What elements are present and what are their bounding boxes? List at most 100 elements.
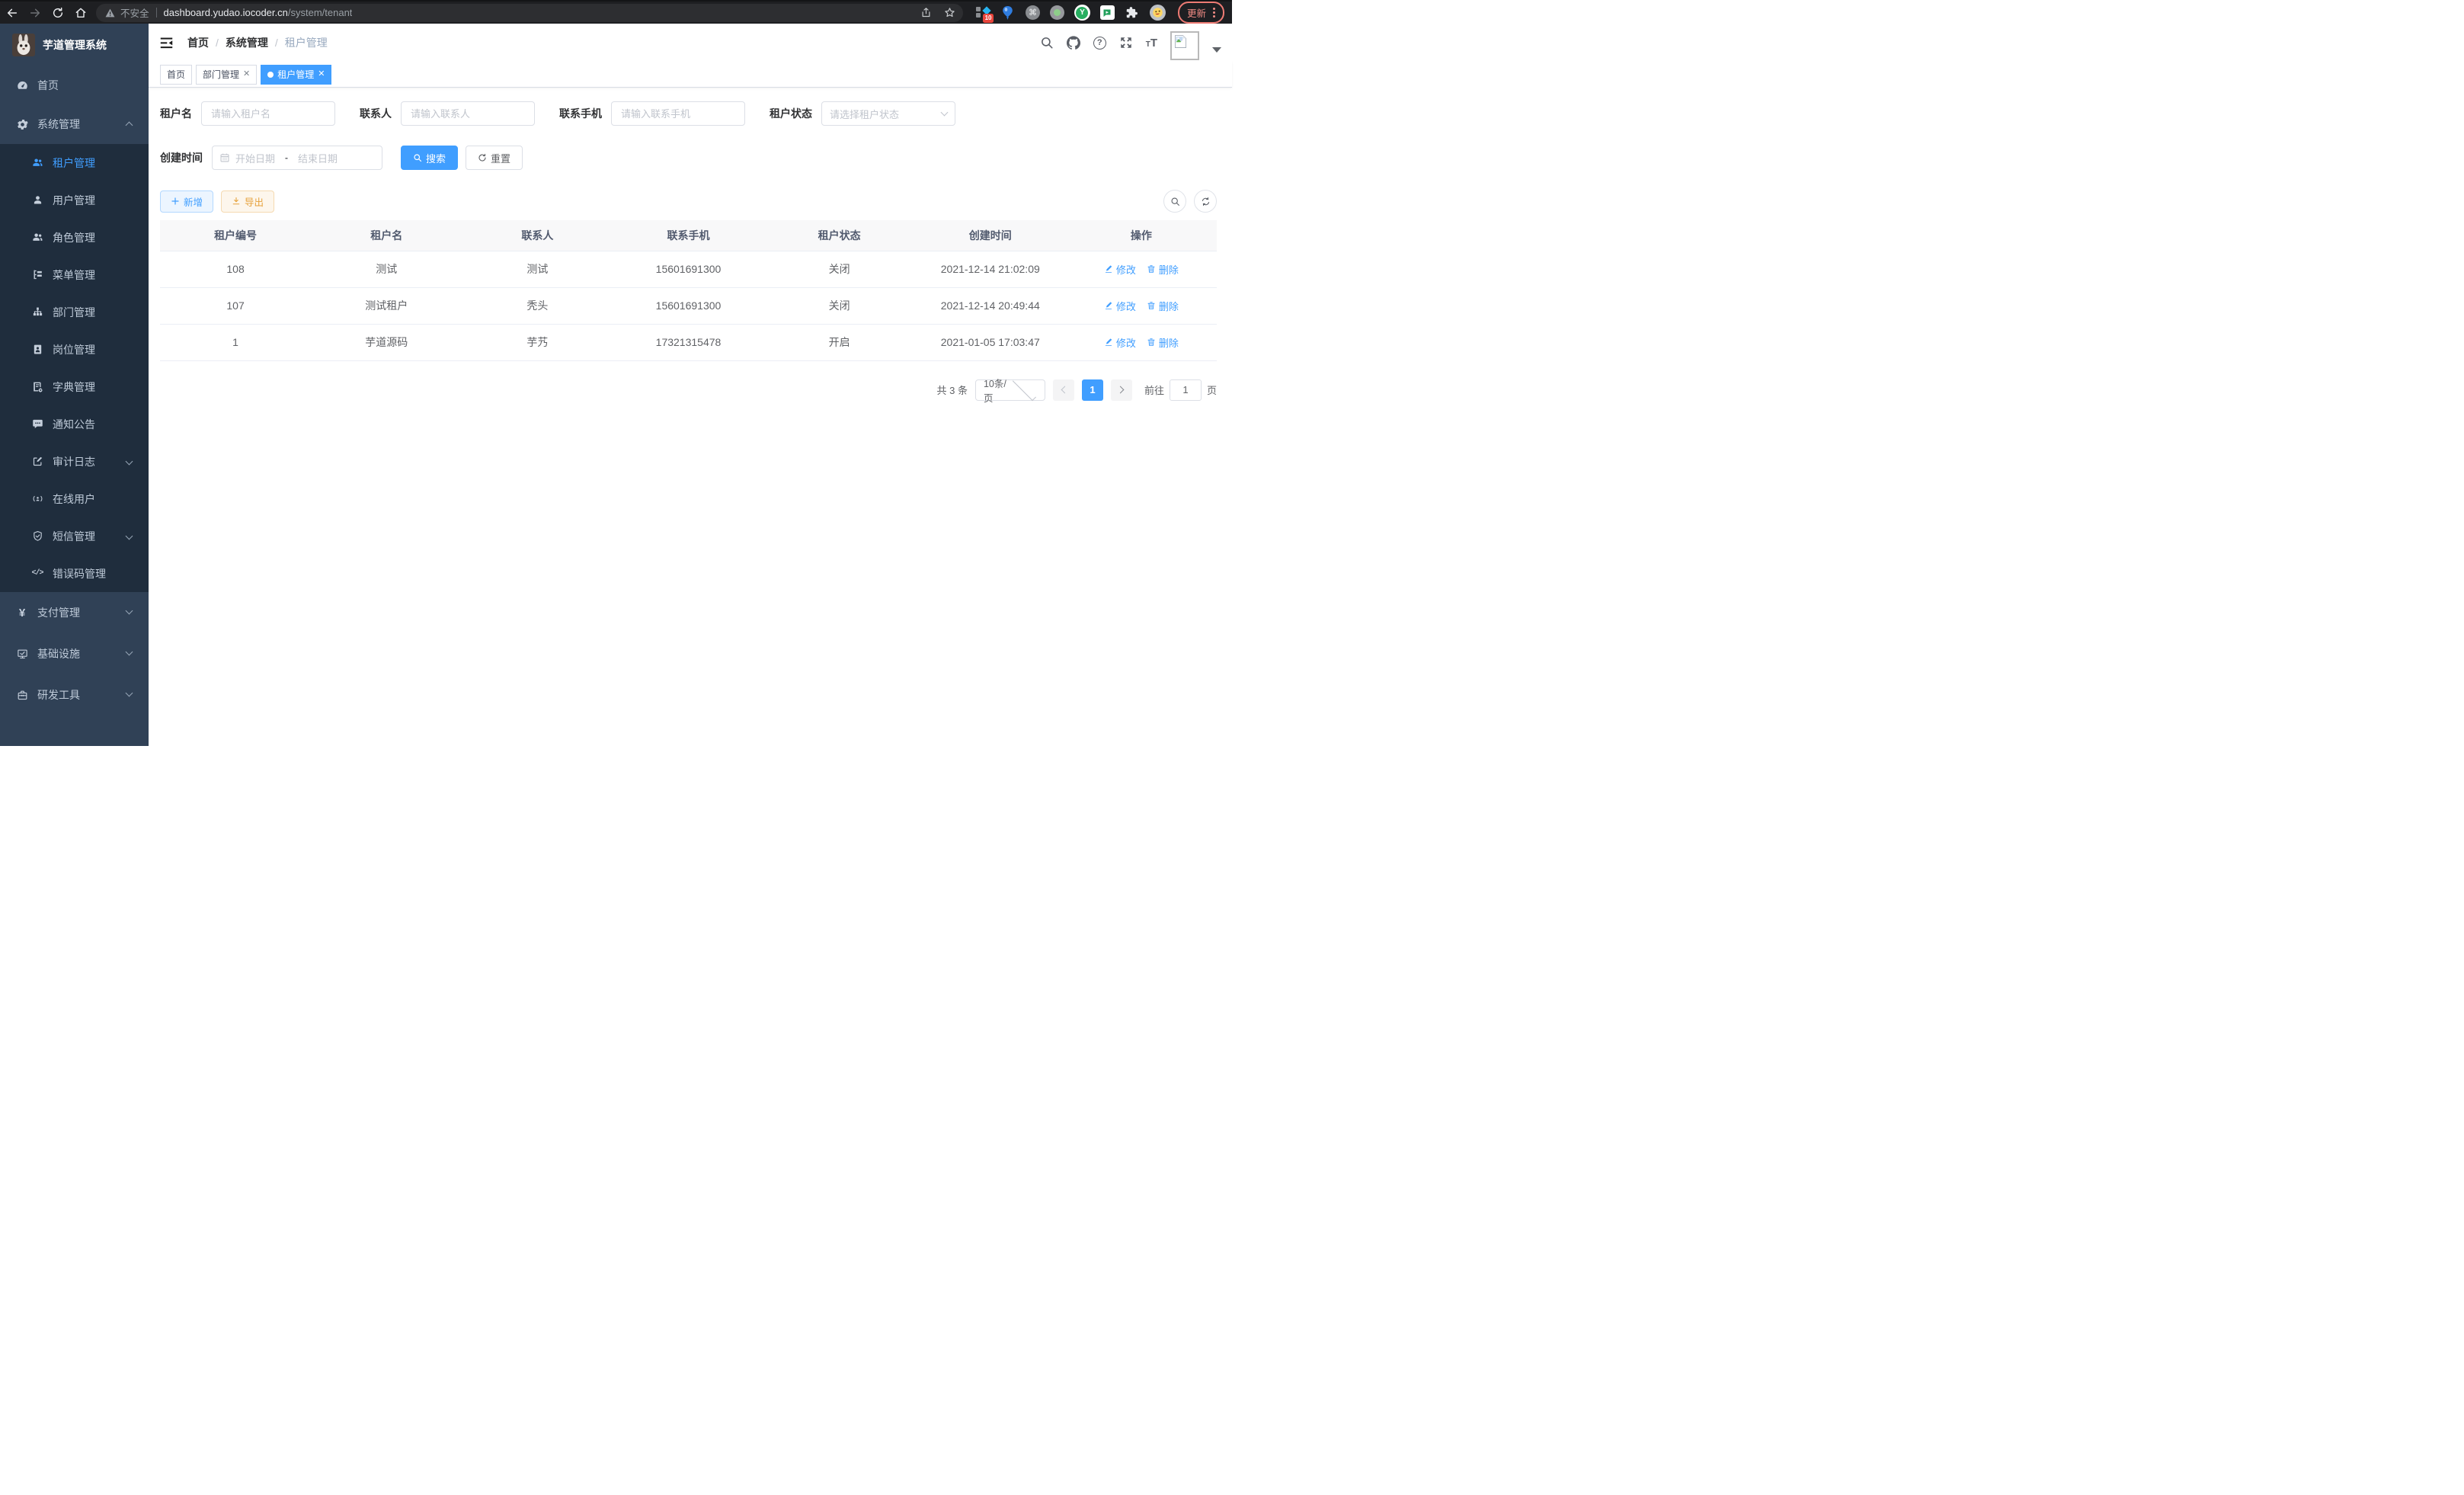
sidebar-item-errcode[interactable]: </> 错误码管理 xyxy=(0,555,149,592)
sidebar-item-menu[interactable]: 菜单管理 xyxy=(0,256,149,293)
page-size-select[interactable]: 10条/页 xyxy=(975,379,1045,401)
tree-icon xyxy=(29,269,46,280)
address-bar[interactable]: 不安全 dashboard.yudao.iocoder.cn/system/te… xyxy=(96,4,963,22)
browser-forward-icon[interactable] xyxy=(29,7,41,19)
tab-tenant[interactable]: 租户管理✕ xyxy=(261,65,331,85)
sidebar-item-infra[interactable]: 基础设施 xyxy=(0,633,149,674)
font-size-icon[interactable]: TT xyxy=(1146,37,1157,50)
sidebar-item-notice[interactable]: 通知公告 xyxy=(0,405,149,443)
delete-link[interactable]: 删除 xyxy=(1147,262,1179,277)
table-header-row: 租户编号 租户名 联系人 联系手机 租户状态 创建时间 操作 xyxy=(160,220,1217,251)
sidebar-item-label: 菜单管理 xyxy=(53,267,95,283)
delete-link[interactable]: 删除 xyxy=(1147,335,1179,350)
sidebar-item-sms[interactable]: 短信管理 xyxy=(0,517,149,555)
edit-link[interactable]: 修改 xyxy=(1104,299,1136,313)
header-search-icon[interactable] xyxy=(1040,36,1054,50)
help-icon[interactable]: ? xyxy=(1093,37,1106,50)
online-user-icon xyxy=(29,493,46,504)
url-divider xyxy=(156,8,157,18)
chevron-up-icon xyxy=(126,122,133,130)
prev-page-button[interactable] xyxy=(1053,379,1074,401)
chevron-right-icon xyxy=(1117,386,1125,394)
fullscreen-icon[interactable] xyxy=(1119,36,1133,50)
sidebar-item-pay[interactable]: ¥ 支付管理 xyxy=(0,592,149,633)
pencil-icon xyxy=(1104,301,1113,310)
sidebar-item-post[interactable]: 岗位管理 xyxy=(0,331,149,368)
extension-pin-icon[interactable] xyxy=(1000,5,1016,21)
close-icon[interactable]: ✕ xyxy=(243,70,250,78)
tab-home[interactable]: 首页 xyxy=(160,65,192,85)
date-range-picker[interactable]: 开始日期 - 结束日期 xyxy=(212,146,382,170)
extension-dot-icon[interactable] xyxy=(1050,5,1064,20)
sidebar-item-audit[interactable]: 审计日志 xyxy=(0,443,149,480)
security-label[interactable]: 不安全 xyxy=(120,5,149,20)
browser-back-icon[interactable] xyxy=(6,7,18,19)
bookmark-star-icon[interactable] xyxy=(944,7,955,18)
tab-label: 部门管理 xyxy=(203,68,239,81)
sidebar-item-user[interactable]: 用户管理 xyxy=(0,181,149,219)
refresh-table-button[interactable] xyxy=(1194,190,1217,213)
url-text[interactable]: dashboard.yudao.iocoder.cn/system/tenant xyxy=(164,7,353,18)
sidebar-item-online[interactable]: 在线用户 xyxy=(0,480,149,517)
filter-row-2: 创建时间 开始日期 - 结束日期 搜索 重置 xyxy=(160,146,1217,170)
show-search-button[interactable] xyxy=(1163,190,1186,213)
edit-link[interactable]: 修改 xyxy=(1104,335,1136,350)
sidebar-item-label: 短信管理 xyxy=(53,529,95,544)
sidebar-item-dev[interactable]: 研发工具 xyxy=(0,674,149,715)
browser-menu-icon[interactable] xyxy=(1213,8,1215,18)
sidebar-item-role[interactable]: 角色管理 xyxy=(0,219,149,256)
contact-input[interactable] xyxy=(401,101,535,126)
col-header-name: 租户名 xyxy=(311,220,462,251)
cell-contact: 芋艿 xyxy=(462,324,613,360)
browser-reload-icon[interactable] xyxy=(52,7,64,19)
breadcrumb-home[interactable]: 首页 xyxy=(187,35,209,50)
cell-name: 测试 xyxy=(311,251,462,287)
sidebar-item-tenant[interactable]: 租户管理 xyxy=(0,144,149,181)
sidebar-item-dict[interactable]: 字典管理 xyxy=(0,368,149,405)
delete-label: 删除 xyxy=(1159,335,1179,350)
close-icon[interactable]: ✕ xyxy=(318,70,325,78)
sidebar-item-system[interactable]: 系统管理 xyxy=(0,104,149,144)
phone-input[interactable] xyxy=(611,101,745,126)
sidebar-item-label: 审计日志 xyxy=(53,454,95,469)
cell-id: 108 xyxy=(160,251,311,287)
export-button[interactable]: 导出 xyxy=(221,190,274,213)
sidebar-collapse-icon[interactable] xyxy=(159,37,174,50)
sidebar-item-dept[interactable]: 部门管理 xyxy=(0,293,149,331)
share-icon[interactable] xyxy=(920,7,932,18)
search-button-label: 搜索 xyxy=(426,151,446,165)
toolbox-icon xyxy=(14,690,30,701)
cell-contact: 秃头 xyxy=(462,287,613,324)
search-icon xyxy=(1170,197,1180,206)
avatar-caret-icon[interactable] xyxy=(1212,47,1221,53)
goto-page-input[interactable] xyxy=(1170,379,1202,401)
avatar[interactable] xyxy=(1170,31,1199,60)
extension-y-icon[interactable]: Y xyxy=(1074,5,1090,21)
github-icon[interactable] xyxy=(1067,36,1080,50)
breadcrumb-system[interactable]: 系统管理 xyxy=(226,35,268,50)
add-button[interactable]: 新增 xyxy=(160,190,213,213)
org-chart-icon xyxy=(29,306,46,318)
extension-badge: 10 xyxy=(983,14,994,23)
sidebar-logo-row[interactable]: 芋道管理系统 xyxy=(0,24,149,66)
sidebar-item-home[interactable]: 首页 xyxy=(0,66,149,104)
next-page-button[interactable] xyxy=(1111,379,1132,401)
browser-home-icon[interactable] xyxy=(75,7,87,19)
search-button[interactable]: 搜索 xyxy=(401,146,458,170)
browser-chrome: 不安全 dashboard.yudao.iocoder.cn/system/te… xyxy=(0,0,1232,24)
tab-dept[interactable]: 部门管理 ✕ xyxy=(196,65,257,85)
browser-update-button[interactable]: 更新 xyxy=(1178,2,1224,24)
extension-chat-icon[interactable] xyxy=(1100,5,1115,20)
monitor-icon xyxy=(14,648,30,660)
status-select[interactable]: 请选择租户状态 xyxy=(821,101,955,126)
cell-phone: 15601691300 xyxy=(613,251,763,287)
extensions-puzzle-icon[interactable] xyxy=(1125,5,1140,21)
reset-button[interactable]: 重置 xyxy=(466,146,523,170)
edit-link[interactable]: 修改 xyxy=(1104,262,1136,277)
delete-link[interactable]: 删除 xyxy=(1147,299,1179,313)
extension-grid-icon[interactable]: 10 xyxy=(975,5,990,21)
tenant-name-input[interactable] xyxy=(201,101,335,126)
extension-command-icon[interactable]: ⌘ xyxy=(1026,5,1040,20)
page-1-button[interactable]: 1 xyxy=(1082,379,1103,401)
profile-avatar-icon[interactable] xyxy=(1150,5,1166,21)
